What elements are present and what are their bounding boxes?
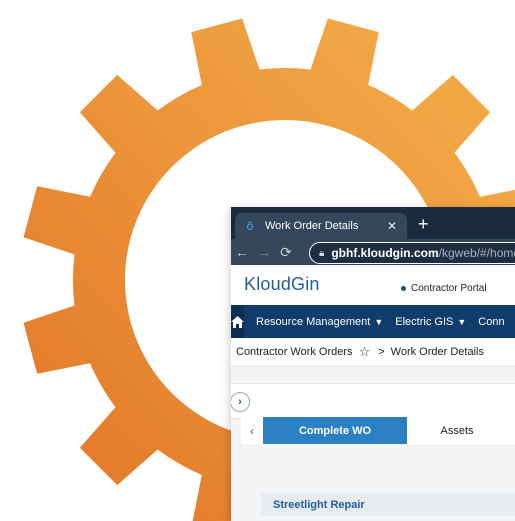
lock-icon: 🔒︎ [319, 247, 325, 259]
tab-complete-wo[interactable]: Complete WO [263, 417, 407, 444]
reload-icon[interactable]: ⟳ [275, 244, 297, 261]
kloudgin-favicon-icon: ô [246, 219, 254, 233]
portal-dot-icon [401, 286, 406, 291]
favorite-star-icon[interactable]: ☆ [359, 344, 371, 360]
nav-item-label: Resource Management [256, 315, 371, 328]
home-icon [231, 315, 244, 328]
chevron-down-icon: ▼ [374, 316, 384, 327]
nav-item-electric-gis[interactable]: Electric GIS ▼ [395, 316, 466, 328]
portal-label: Contractor Portal [411, 283, 487, 294]
close-tab-icon[interactable]: ✕ [387, 219, 397, 233]
nav-item-label: Electric GIS [395, 315, 454, 328]
browser-window: ô Work Order Details ✕ + ← → ⟳ 🔒︎ gbhf.k… [231, 207, 515, 521]
nav-item-label: Conn [478, 315, 505, 328]
work-order-tabs: ‹ Complete WO Assets [241, 417, 515, 444]
browser-toolbar: ← → ⟳ 🔒︎ gbhf.kloudgin.com/kgweb/#/home?… [231, 239, 515, 265]
collapsible-pane-bar: › [231, 383, 515, 419]
breadcrumb: Contractor Work Orders ☆ > Work Order De… [231, 338, 515, 367]
breadcrumb-separator: > [378, 346, 385, 358]
url-path: /kgweb/#/home?pag [438, 246, 515, 260]
expand-panel-button[interactable]: › [231, 392, 250, 412]
back-arrow-icon[interactable]: ← [231, 244, 253, 260]
forward-arrow-icon[interactable]: → [253, 244, 275, 260]
browser-tab-title: Work Order Details [265, 220, 359, 232]
chevron-left-icon[interactable]: ‹ [241, 424, 263, 438]
browser-tab[interactable]: ô Work Order Details ✕ [235, 213, 407, 239]
portal-indicator: Contractor Portal [401, 283, 487, 294]
breadcrumb-parent-link[interactable]: Contractor Work Orders [236, 346, 353, 358]
url-host: gbhf.kloudgin.com [331, 246, 439, 260]
breadcrumb-current: Work Order Details [390, 346, 484, 358]
browser-tab-strip: ô Work Order Details ✕ + [231, 207, 515, 239]
section-header: Streetlight Repair [261, 493, 515, 516]
tab-assets[interactable]: Assets [407, 425, 507, 437]
nav-item-resource-management[interactable]: Resource Management ▼ [256, 316, 383, 328]
main-navigation: Resource Management ▼ Electric GIS ▼ Con… [231, 305, 515, 338]
section-title: Streetlight Repair [273, 498, 365, 511]
home-button[interactable] [231, 305, 244, 338]
chevron-down-icon: ▼ [457, 316, 467, 327]
nav-item-conn[interactable]: Conn [478, 316, 504, 328]
kloudgin-logo: KloudGin [244, 274, 320, 294]
new-tab-button[interactable]: + [418, 215, 429, 233]
app-header: KloudGin Contractor Portal [231, 265, 515, 305]
address-bar[interactable]: 🔒︎ gbhf.kloudgin.com/kgweb/#/home?pag [309, 242, 515, 264]
